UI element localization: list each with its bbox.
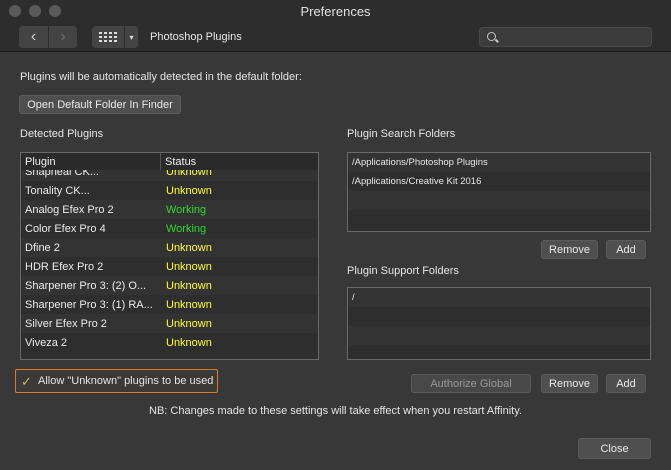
support-folders-list[interactable]: /: [347, 287, 651, 360]
chevron-right-icon: ›: [60, 28, 66, 45]
show-all-button[interactable]: ▾: [92, 26, 138, 48]
plugin-name: Viveza 2: [25, 336, 67, 349]
list-item-empty: [348, 326, 650, 345]
plugins-list: Snapheal CK... Unknown Tonality CK... Unkno…: [21, 170, 318, 352]
plugin-name: Snapheal CK...: [25, 170, 99, 178]
plugin-status: Unknown: [166, 336, 212, 349]
plugin-name: HDR Efex Pro 2: [25, 260, 104, 273]
plugin-status: Unknown: [166, 260, 212, 273]
plugin-status: Unknown: [166, 317, 212, 330]
grid-icon: [92, 26, 124, 48]
search-icon: [487, 32, 496, 41]
list-item-empty: [348, 210, 650, 229]
chevron-left-icon: ‹: [30, 28, 37, 45]
table-row[interactable]: Tonality CK... Unknown: [21, 181, 318, 200]
plugin-name: Silver Efex Pro 2: [25, 317, 107, 330]
list-item-empty: [348, 191, 650, 210]
allow-unknown-checkbox[interactable]: ✓ Allow "Unknown" plugins to be used: [15, 369, 218, 393]
list-item-empty: [348, 307, 650, 326]
plugin-name: Color Efex Pro 4: [25, 222, 106, 235]
plugin-status: Unknown: [166, 170, 212, 178]
plugins-table[interactable]: Plugin Status Snapheal CK... Unknown Tonal…: [20, 152, 319, 360]
plugin-name: Analog Efex Pro 2: [25, 203, 114, 216]
search-folders-add-button[interactable]: Add: [606, 240, 646, 259]
allow-unknown-label: Allow "Unknown" plugins to be used: [38, 375, 214, 387]
support-folders-add-button[interactable]: Add: [606, 374, 646, 393]
section-title: Photoshop Plugins: [150, 31, 242, 43]
plugin-name: Sharpener Pro 3: (1) RA...: [25, 298, 153, 311]
search-folders-list[interactable]: /Applications/Photoshop Plugins /Applica…: [347, 152, 651, 232]
table-row[interactable]: Color Efex Pro 4 Working: [21, 219, 318, 238]
list-item-empty: [348, 345, 650, 359]
intro-text: Plugins will be automatically detected i…: [20, 71, 302, 83]
list-item[interactable]: /: [348, 288, 650, 307]
table-row[interactable]: Silver Efex Pro 2 Unknown: [21, 314, 318, 333]
support-folders-remove-button[interactable]: Remove: [541, 374, 598, 393]
table-row[interactable]: Dfine 2 Unknown: [21, 238, 318, 257]
window-title: Preferences: [300, 4, 371, 19]
nav-group: ‹ ›: [19, 26, 77, 48]
title-bar: Preferences: [0, 0, 671, 22]
plugin-status: Working: [166, 203, 207, 216]
forward-button[interactable]: ›: [48, 26, 77, 48]
back-button[interactable]: ‹: [19, 26, 48, 48]
support-folders-label: Plugin Support Folders: [347, 265, 459, 277]
list-item[interactable]: /Applications/Creative Kit 2016: [348, 172, 650, 191]
table-row[interactable]: Viveza 2 Unknown: [21, 333, 318, 352]
list-item[interactable]: /Applications/Photoshop Plugins: [348, 153, 650, 172]
chevron-down-icon[interactable]: ▾: [124, 26, 138, 48]
search-folders-remove-button[interactable]: Remove: [541, 240, 598, 259]
column-header-status[interactable]: Status: [161, 153, 200, 170]
toolbar: ‹ › ▾ Photoshop Plugins: [0, 22, 671, 52]
plugin-name: Dfine 2: [25, 241, 60, 254]
table-header: Plugin Status: [21, 153, 318, 171]
table-row[interactable]: Sharpener Pro 3: (2) O... Unknown: [21, 276, 318, 295]
plugin-status: Unknown: [166, 184, 212, 197]
preferences-window: Preferences ‹ › ▾ Photoshop Plugins Plug…: [0, 0, 671, 470]
plugin-status: Unknown: [166, 279, 212, 292]
open-default-folder-button[interactable]: Open Default Folder In Finder: [19, 95, 181, 114]
detected-plugins-label: Detected Plugins: [20, 128, 104, 140]
plugin-status: Unknown: [166, 241, 212, 254]
table-row[interactable]: Snapheal CK... Unknown: [21, 170, 318, 181]
restart-note: NB: Changes made to these settings will …: [149, 405, 522, 417]
plugin-name: Tonality CK...: [25, 184, 90, 197]
checkmark-icon: ✓: [21, 373, 32, 389]
authorize-global-button[interactable]: Authorize Global: [411, 374, 531, 393]
close-button[interactable]: Close: [578, 438, 651, 459]
search-field[interactable]: [479, 27, 652, 47]
table-row[interactable]: Sharpener Pro 3: (1) RA... Unknown: [21, 295, 318, 314]
column-header-plugin[interactable]: Plugin: [21, 153, 161, 170]
table-row[interactable]: Analog Efex Pro 2 Working: [21, 200, 318, 219]
table-row[interactable]: HDR Efex Pro 2 Unknown: [21, 257, 318, 276]
plugin-status: Unknown: [166, 298, 212, 311]
search-input[interactable]: [500, 30, 648, 44]
plugin-status: Working: [166, 222, 207, 235]
search-folders-label: Plugin Search Folders: [347, 128, 456, 140]
plugin-name: Sharpener Pro 3: (2) O...: [25, 279, 147, 292]
